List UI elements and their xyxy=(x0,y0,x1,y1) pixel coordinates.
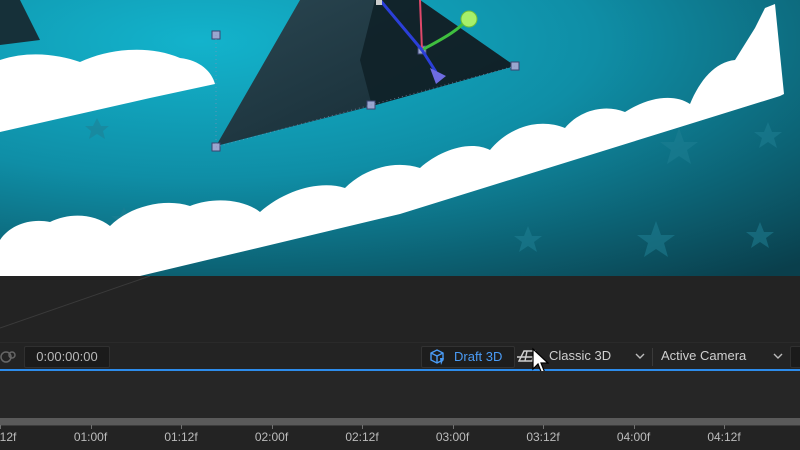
timeline-panel[interactable] xyxy=(0,371,800,418)
ruler-tick-label: 04:12f xyxy=(707,430,741,444)
ruler-tick xyxy=(0,425,1,429)
ruler-tick xyxy=(543,425,544,429)
ruler-tick-label: 02:00f xyxy=(254,430,289,444)
ruler-tick xyxy=(633,425,635,429)
composition-toolbar: 0:00:00:00 Draft 3D Classic 3D Active Ca… xyxy=(0,342,800,370)
draft-3d-label: Draft 3D xyxy=(454,349,503,364)
chevron-down-icon xyxy=(773,353,783,359)
snapshot-icon[interactable] xyxy=(0,347,18,367)
ruler-tick xyxy=(271,425,273,429)
ruler-tick xyxy=(90,425,92,429)
ruler-tick-label: 03:00f xyxy=(435,430,470,444)
work-area-bar[interactable] xyxy=(0,418,800,425)
camera-view-label: Active Camera xyxy=(661,348,747,363)
cube-icon xyxy=(430,349,444,365)
ruler-tick xyxy=(181,425,182,429)
renderer-dropdown[interactable]: Classic 3D xyxy=(543,346,649,366)
time-ruler[interactable]: 12f 01:00f 01:12f 02:00f 02:12f 03:00f 03:12f 0… xyxy=(0,425,800,450)
composition-viewer[interactable] xyxy=(0,0,800,276)
chevron-down-icon xyxy=(635,353,645,359)
ruler-tick xyxy=(362,425,363,429)
ruler-tick-label: 03:12f xyxy=(526,430,560,444)
timecode-display[interactable]: 0:00:00:00 xyxy=(24,346,110,368)
renderer-label: Classic 3D xyxy=(549,348,612,363)
composition-canvas[interactable] xyxy=(0,0,800,276)
ruler-tick-label: 01:00f xyxy=(73,430,108,444)
ruler-tick-label: 12f xyxy=(0,430,17,444)
toolbar-separator xyxy=(652,348,653,366)
ruler-tick xyxy=(452,425,454,429)
camera-view-dropdown[interactable]: Active Camera xyxy=(655,346,787,366)
ruler-tick-label: 02:12f xyxy=(345,430,379,444)
viewer-empty-area xyxy=(0,276,800,342)
draft-3d-button[interactable]: Draft 3D xyxy=(421,346,515,368)
ruler-tick-label: 01:12f xyxy=(164,430,198,444)
view-layout-dropdown[interactable] xyxy=(790,346,800,368)
ruler-tick-label: 04:00f xyxy=(616,430,651,444)
ruler-tick xyxy=(724,425,725,429)
